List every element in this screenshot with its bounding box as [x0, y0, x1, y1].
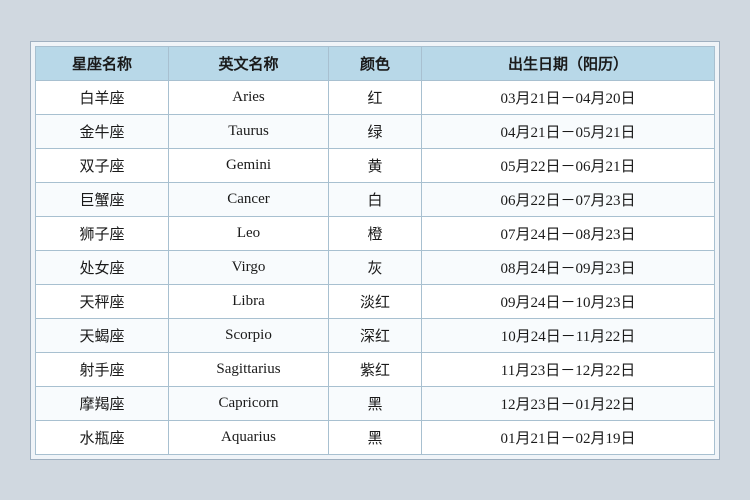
cell-dates: 04月21日－05月21日 — [422, 114, 715, 148]
table-row: 狮子座Leo橙07月24日－08月23日 — [36, 216, 715, 250]
cell-color: 黄 — [328, 148, 421, 182]
cell-dates: 12月23日－01月22日 — [422, 386, 715, 420]
cell-color: 橙 — [328, 216, 421, 250]
cell-english-name: Gemini — [169, 148, 329, 182]
cell-color: 灰 — [328, 250, 421, 284]
cell-color: 淡红 — [328, 284, 421, 318]
cell-english-name: Aries — [169, 80, 329, 114]
cell-color: 绿 — [328, 114, 421, 148]
table-row: 射手座Sagittarius紫红11月23日－12月22日 — [36, 352, 715, 386]
cell-chinese-name: 天秤座 — [36, 284, 169, 318]
table-header-row: 星座名称 英文名称 颜色 出生日期（阳历） — [36, 46, 715, 80]
cell-english-name: Aquarius — [169, 420, 329, 454]
cell-chinese-name: 双子座 — [36, 148, 169, 182]
cell-dates: 07月24日－08月23日 — [422, 216, 715, 250]
header-color: 颜色 — [328, 46, 421, 80]
cell-chinese-name: 水瓶座 — [36, 420, 169, 454]
cell-chinese-name: 处女座 — [36, 250, 169, 284]
cell-chinese-name: 白羊座 — [36, 80, 169, 114]
cell-dates: 10月24日－11月22日 — [422, 318, 715, 352]
cell-color: 白 — [328, 182, 421, 216]
table-row: 水瓶座Aquarius黑01月21日－02月19日 — [36, 420, 715, 454]
cell-english-name: Libra — [169, 284, 329, 318]
cell-english-name: Cancer — [169, 182, 329, 216]
cell-english-name: Leo — [169, 216, 329, 250]
cell-chinese-name: 射手座 — [36, 352, 169, 386]
zodiac-table-container: 星座名称 英文名称 颜色 出生日期（阳历） 白羊座Aries红03月21日－04… — [30, 41, 720, 460]
table-body: 白羊座Aries红03月21日－04月20日金牛座Taurus绿04月21日－0… — [36, 80, 715, 454]
cell-english-name: Scorpio — [169, 318, 329, 352]
cell-chinese-name: 摩羯座 — [36, 386, 169, 420]
cell-color: 红 — [328, 80, 421, 114]
cell-english-name: Sagittarius — [169, 352, 329, 386]
cell-chinese-name: 巨蟹座 — [36, 182, 169, 216]
table-row: 天秤座Libra淡红09月24日－10月23日 — [36, 284, 715, 318]
table-row: 金牛座Taurus绿04月21日－05月21日 — [36, 114, 715, 148]
cell-color: 深红 — [328, 318, 421, 352]
zodiac-table: 星座名称 英文名称 颜色 出生日期（阳历） 白羊座Aries红03月21日－04… — [35, 46, 715, 455]
table-row: 双子座Gemini黄05月22日－06月21日 — [36, 148, 715, 182]
cell-chinese-name: 狮子座 — [36, 216, 169, 250]
cell-color: 黑 — [328, 420, 421, 454]
cell-color: 紫红 — [328, 352, 421, 386]
cell-english-name: Taurus — [169, 114, 329, 148]
cell-color: 黑 — [328, 386, 421, 420]
cell-dates: 01月21日－02月19日 — [422, 420, 715, 454]
table-row: 处女座Virgo灰08月24日－09月23日 — [36, 250, 715, 284]
cell-dates: 03月21日－04月20日 — [422, 80, 715, 114]
table-row: 白羊座Aries红03月21日－04月20日 — [36, 80, 715, 114]
header-english-name: 英文名称 — [169, 46, 329, 80]
cell-english-name: Virgo — [169, 250, 329, 284]
cell-english-name: Capricorn — [169, 386, 329, 420]
table-row: 摩羯座Capricorn黑12月23日－01月22日 — [36, 386, 715, 420]
table-row: 巨蟹座Cancer白06月22日－07月23日 — [36, 182, 715, 216]
cell-dates: 11月23日－12月22日 — [422, 352, 715, 386]
cell-dates: 06月22日－07月23日 — [422, 182, 715, 216]
cell-dates: 08月24日－09月23日 — [422, 250, 715, 284]
cell-dates: 09月24日－10月23日 — [422, 284, 715, 318]
cell-chinese-name: 天蝎座 — [36, 318, 169, 352]
cell-chinese-name: 金牛座 — [36, 114, 169, 148]
cell-dates: 05月22日－06月21日 — [422, 148, 715, 182]
header-chinese-name: 星座名称 — [36, 46, 169, 80]
table-row: 天蝎座Scorpio深红10月24日－11月22日 — [36, 318, 715, 352]
header-dates: 出生日期（阳历） — [422, 46, 715, 80]
